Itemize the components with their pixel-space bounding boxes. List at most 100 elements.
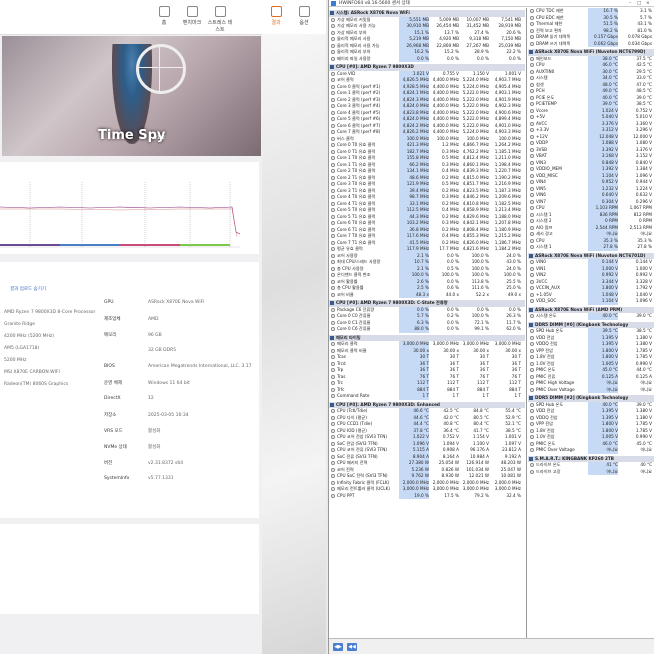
sensor-value: 79.2 %: [474, 492, 489, 498]
sensor-value: 44.0 x: [445, 291, 459, 297]
system-info-label: 메모리: [104, 333, 117, 338]
sensor-row[interactable]: Core 0 C6 잔류율 88.0 % 0.0 % 99.1 % 62.0 %: [329, 326, 525, 333]
system-info-row: 저장소 2025-03-05 16:34: [104, 412, 189, 418]
sensor-type-icon: [530, 463, 534, 467]
sensor-type-icon: [530, 147, 534, 152]
sensor-type-icon: [331, 149, 335, 154]
sensor-type-icon: [530, 121, 534, 126]
upload-toggle-link[interactable]: 결과 업로드 숨기기: [10, 286, 46, 292]
chart-series-line-2: [0, 208, 238, 238]
sensor-type-icon: [331, 136, 335, 141]
sensor-type-icon: [331, 182, 335, 186]
sensor-row[interactable]: PMIC Over Voltage 아니요 아니요: [528, 447, 654, 454]
sensor-value: 49.0 x: [507, 291, 521, 297]
toolbar-item-home[interactable]: 홈: [150, 6, 178, 26]
sensor-type-icon: [331, 71, 335, 76]
sensor-row[interactable]: 코어 비율 48.3 x 44.0 x 52.2 x 49.0 x: [329, 291, 525, 298]
sensor-value: 17.5 %: [444, 492, 459, 498]
sensor-pane-1[interactable]: 시스템: ASRock X870E Nova WiFi 가상 메모리 커밋됨 5,5…: [329, 8, 525, 499]
sensor-type-icon: [331, 279, 335, 284]
sensor-type-icon: [530, 63, 534, 67]
sensor-type-icon: [331, 208, 335, 212]
sensor-type-icon: [331, 240, 335, 245]
secondary-card: [0, 524, 259, 614]
system-info-value: 5200 MHz: [4, 358, 27, 363]
sensor-value: 아니요: [588, 447, 618, 454]
sensor-group-name: ASRock X870E Nova WiFi (Nuvoton NCT6799D…: [535, 49, 646, 54]
collapse-button[interactable]: ◀▶: [333, 643, 343, 651]
system-info-label: DirectX: [104, 396, 121, 401]
system-info-label: 버전: [104, 461, 113, 466]
sensor-row[interactable]: DRAM 쓰기 대역폭 0.062 Gbps 0.034 Gbps: [528, 40, 654, 47]
sensor-type-icon: [331, 143, 335, 147]
toolbar-item-stress[interactable]: 스트레스 테스트: [206, 6, 234, 33]
sensor-row[interactable]: VDD_SOC 1.104 V 1.096 V: [528, 298, 654, 305]
sensor-row[interactable]: 페이지 파일 사용량 0.0 % 0.0 % 0.0 % 0.0 %: [329, 55, 525, 62]
sensor-name: 코어 비율: [337, 291, 354, 297]
sensor-type-icon: [331, 286, 335, 290]
sensor-type-icon: [331, 37, 335, 41]
sensor-value: 52.2 x: [475, 291, 489, 297]
sensor-type-icon: [331, 461, 335, 465]
sensor-type-icon: [331, 454, 335, 459]
sensor-type-icon: [530, 448, 534, 452]
system-info-row: SystemInfo v5.77.1331: [104, 476, 174, 481]
sensor-chip-icon: [330, 402, 334, 407]
sensor-type-icon: [530, 28, 534, 33]
sensor-row[interactable]: Command Rate 1 T 1 T 1 T 1 T: [329, 393, 525, 400]
minimize-button[interactable]: –: [629, 1, 631, 6]
pane-divider[interactable]: [526, 8, 527, 638]
toolbar-item-gear[interactable]: 옵션: [290, 6, 318, 26]
sensor-value: 62.0 %: [506, 326, 521, 331]
system-info-row: 5200 MHz: [4, 358, 27, 363]
system-info-value: 활성화: [148, 445, 161, 450]
sensor-type-icon: [530, 435, 534, 439]
sensor-type-icon: [331, 104, 335, 108]
sensor-value: 88.0 %: [399, 326, 429, 333]
toolbar-item-gauge[interactable]: 벤치마크: [178, 6, 206, 26]
sensor-row[interactable]: 시스템 온도 40.0 °C 39.0 °C: [528, 313, 654, 320]
sensor-row[interactable]: CPU PPT 19.0 % 17.5 % 79.2 % 32.4 %: [329, 492, 525, 499]
rewind-button[interactable]: ◀◀: [347, 643, 357, 651]
sensor-value: 1 T: [399, 393, 429, 400]
sensor-name: PMIC Over Voltage: [536, 447, 575, 452]
system-info-value: American Megatrends International, LLC. …: [148, 364, 252, 369]
sensor-type-icon: [331, 97, 335, 102]
system-info-value: Radeon(TM) 8060S Graphics: [4, 382, 69, 387]
benchmark-hero-banner[interactable]: Time Spy v1.2: [2, 36, 261, 156]
sensor-type-icon: [331, 355, 335, 359]
sensor-row[interactable]: PMIC Over Voltage 아니요 아니요: [528, 386, 654, 393]
chart-icon: [270, 6, 282, 17]
toolbar-item-label: 옵션: [299, 20, 309, 26]
hero-version: v1.2: [154, 135, 165, 141]
chart-series-line: [0, 206, 241, 235]
sensor-type-icon: [331, 188, 335, 193]
sensor-type-icon: [530, 76, 534, 80]
sensor-type-icon: [530, 56, 534, 61]
sensor-type-icon: [331, 221, 335, 225]
sensor-type-icon: [331, 361, 335, 366]
sensor-type-icon: [530, 286, 534, 290]
hwinfo-statusbar: ◀▶ ◀◀: [329, 638, 654, 654]
sensor-type-icon: [331, 50, 335, 54]
sensor-type-icon: [530, 225, 534, 230]
toolbar-item-chart[interactable]: 결과: [262, 6, 290, 26]
maximize-button[interactable]: □: [637, 1, 641, 6]
toolbar-item-label: 홈: [161, 20, 167, 26]
sensor-value: 아니요: [640, 447, 652, 452]
benchmark-app-window: 홈 벤치마크 스트레스 테스트 결과 옵션 Time Spy v1.2 결과 업로드 숨…: [0, 0, 326, 654]
sensor-value: 0.0 %: [399, 55, 429, 62]
app-toolbar: 홈 벤치마크 스트레스 테스트 결과 옵션: [0, 0, 326, 35]
sensor-type-icon: [331, 43, 335, 48]
close-button[interactable]: ×: [646, 1, 650, 6]
sensor-type-icon: [530, 381, 534, 385]
sensor-row[interactable]: 드라이브 고장 아니요 아니요: [528, 468, 654, 475]
sensor-type-icon: [331, 169, 335, 173]
sensor-type-icon: [530, 102, 534, 106]
sensor-type-icon: [331, 260, 335, 264]
sensor-pane-2[interactable]: CPU TDC 제한 16.7 % 3.1 % CPU EDC 제한 30.5 % 5.7…: [528, 8, 654, 475]
system-info-label: NVMe 상태: [104, 445, 127, 450]
sensor-name: 시스템 1: [536, 244, 552, 249]
sensor-row[interactable]: 시스템 1 27.8 % 27.8 %: [528, 244, 654, 251]
system-info-row: Granite Ridge: [4, 322, 35, 327]
